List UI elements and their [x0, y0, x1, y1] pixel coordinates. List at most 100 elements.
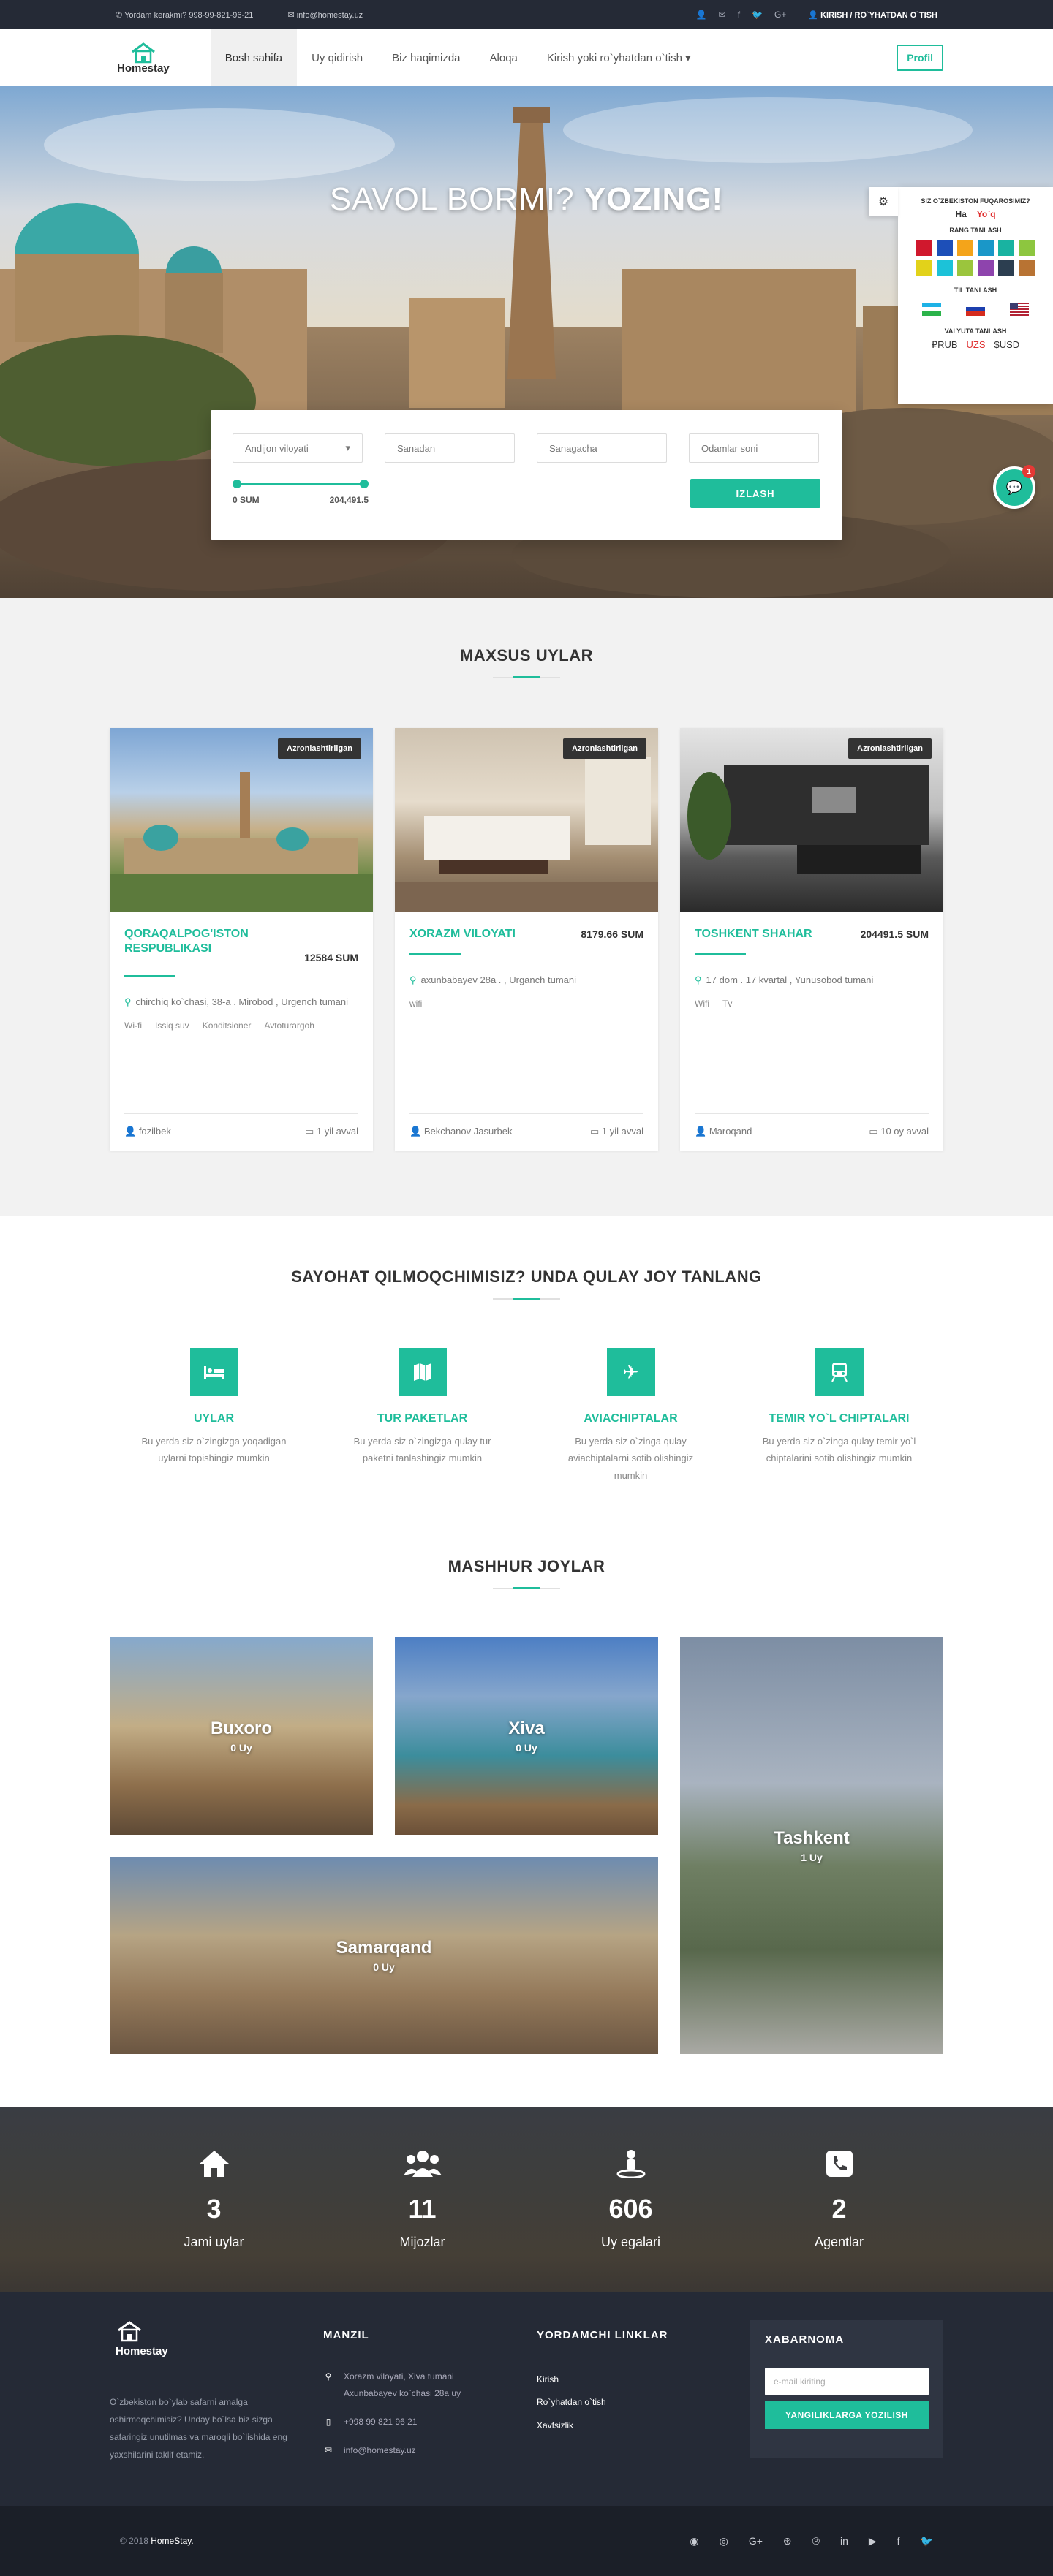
- newsletter-email-input[interactable]: e-mail kiriting: [765, 2368, 929, 2396]
- place-count: 1 Uy: [801, 1852, 823, 1864]
- nav-login[interactable]: Kirish yoki ro`yhatdan o`tish ▾: [532, 29, 706, 86]
- google-plus-icon[interactable]: G+: [749, 2535, 763, 2547]
- pinterest-icon[interactable]: ℗: [812, 2535, 820, 2547]
- stat-clients: 11 Mijozlar: [318, 2149, 526, 2250]
- footer-link-security[interactable]: Xavfsizlik: [537, 2414, 750, 2437]
- footer-link-register[interactable]: Ro`yhatdan o`tish: [537, 2391, 750, 2414]
- color-swatch[interactable]: [916, 260, 932, 276]
- home-card[interactable]: Azronlashtirilgan XORAZM VILOYATI 8179.66…: [395, 728, 658, 1151]
- feature-tag: Konditsioner: [202, 1020, 252, 1031]
- help-phone[interactable]: ✆ Yordam kerakmi? 998-99-821-96-21: [116, 11, 269, 20]
- color-swatch[interactable]: [998, 260, 1014, 276]
- people-count-input[interactable]: Odamlar soni: [689, 433, 819, 463]
- user-icon: 👤: [124, 1126, 137, 1137]
- dribbble-icon[interactable]: ⊛: [783, 2535, 792, 2547]
- service-trains[interactable]: TEMIR YO`L CHIPTALARI Bu yerda siz o`zin…: [735, 1348, 943, 1484]
- service-flights[interactable]: ✈ AVIACHIPTALAR Bu yerda siz o`zinga qul…: [526, 1348, 735, 1484]
- stat-value: 11: [408, 2194, 437, 2224]
- home-region[interactable]: QORAQALPOG'ISTON RESPUBLIKASI: [124, 927, 292, 956]
- home-card[interactable]: Azronlashtirilgan QORAQALPOG'ISTON RESPU…: [110, 728, 373, 1151]
- color-swatch[interactable]: [998, 240, 1014, 256]
- calendar-icon: ▭: [869, 1126, 878, 1137]
- feature-tag: Wi-fi: [124, 1020, 142, 1031]
- owner-name: fozilbek: [138, 1126, 171, 1137]
- citizen-no[interactable]: Yo`q: [977, 209, 996, 219]
- currency-rub[interactable]: ₽RUB: [932, 339, 958, 351]
- date-to-placeholder: Sanagacha: [549, 442, 597, 454]
- language-title: TIL TANLASH: [954, 287, 997, 294]
- home-photo: Azronlashtirilgan: [395, 728, 658, 912]
- range-min-handle[interactable]: [233, 480, 241, 488]
- us-flag-icon[interactable]: [1010, 303, 1029, 316]
- twitter-icon[interactable]: 🐦: [752, 10, 763, 20]
- nav-search[interactable]: Uy qidirish: [297, 29, 377, 86]
- footer-email[interactable]: info@homestay.uz: [344, 2442, 416, 2459]
- footer-link-login[interactable]: Kirish: [537, 2368, 750, 2391]
- color-swatch[interactable]: [957, 260, 973, 276]
- twitter-icon[interactable]: 🐦: [921, 2535, 933, 2547]
- chat-widget-button[interactable]: 💬 1: [993, 465, 1035, 509]
- color-swatch[interactable]: [916, 240, 932, 256]
- copyright-text: © 2018 HomeStay.: [120, 2536, 194, 2546]
- date-from-input[interactable]: Sanadan: [385, 433, 515, 463]
- home-card[interactable]: Azronlashtirilgan TOSHKENT SHAHAR 204491.…: [680, 728, 943, 1151]
- citizen-yes[interactable]: Ha: [955, 209, 966, 219]
- top-email[interactable]: ✉ info@homestay.uz: [287, 11, 379, 20]
- instagram-icon[interactable]: ◎: [720, 2535, 728, 2547]
- place-tile-samarqand[interactable]: Samarqand 0 Uy: [110, 1857, 658, 2055]
- place-tile-buxoro[interactable]: Buxoro 0 Uy: [110, 1637, 373, 1836]
- google-plus-icon[interactable]: G+: [774, 10, 786, 20]
- color-swatch[interactable]: [937, 260, 953, 276]
- nav-home[interactable]: Bosh sahifa: [210, 29, 298, 86]
- home-region[interactable]: XORAZM VILOYATI: [410, 927, 578, 942]
- user-icon[interactable]: 👤: [696, 10, 707, 20]
- chat-icon: 💬: [1005, 480, 1023, 495]
- linkedin-icon[interactable]: in: [840, 2535, 848, 2547]
- place-name: Tashkent: [774, 1828, 850, 1849]
- facebook-icon[interactable]: f: [738, 10, 740, 20]
- login-register-link[interactable]: 👤 KIRISH / RO`YHATDAN O`TISH: [808, 10, 937, 20]
- place-tile-xiva[interactable]: Xiva 0 Uy: [395, 1637, 658, 1836]
- price-range-slider[interactable]: 0 SUM 204,491.5: [233, 479, 369, 505]
- range-max-handle[interactable]: [360, 480, 369, 488]
- color-swatch[interactable]: [957, 240, 973, 256]
- search-button[interactable]: IZLASH: [690, 479, 820, 508]
- color-title: RANG TANLASH: [949, 227, 1002, 234]
- youtube-icon[interactable]: ▶: [869, 2535, 877, 2547]
- service-homes[interactable]: UYLAR Bu yerda siz o`zingizga yoqadigan …: [110, 1348, 318, 1484]
- color-swatch[interactable]: [978, 240, 994, 256]
- footer-logo[interactable]: Homestay: [110, 2320, 323, 2363]
- services-section: SAYOHAT QILMOQCHIMISIZ? UNDA QULAY JOY T…: [0, 1216, 1053, 1513]
- place-tile-tashkent[interactable]: Tashkent 1 Uy: [680, 1637, 943, 2055]
- color-swatch[interactable]: [978, 260, 994, 276]
- currency-uzs[interactable]: UZS: [967, 339, 986, 351]
- facebook-icon[interactable]: f: [897, 2535, 900, 2547]
- subscribe-button[interactable]: YANGILIKLARGA YOZILISH: [765, 2401, 929, 2430]
- nav-contact[interactable]: Aloqa: [475, 29, 532, 86]
- gear-icon[interactable]: ⚙: [869, 187, 898, 216]
- special-homes-section: MAXSUS UYLAR Azronlashtirilgan QORAQALPO…: [0, 598, 1053, 1216]
- russian-flag-icon[interactable]: [966, 303, 985, 316]
- color-swatch[interactable]: [937, 240, 953, 256]
- copyright-brand[interactable]: HomeStay.: [151, 2536, 193, 2546]
- nav-about[interactable]: Biz haqimizda: [377, 29, 475, 86]
- newsletter-box: XABARNOMA e-mail kiriting YANGILIKLARGA …: [750, 2320, 943, 2458]
- special-title: MAXSUS UYLAR: [459, 646, 593, 664]
- house-logo-icon: [131, 42, 155, 63]
- color-swatch[interactable]: [1019, 260, 1035, 276]
- uzbek-flag-icon[interactable]: [922, 303, 941, 316]
- currency-usd[interactable]: $USD: [994, 339, 1020, 351]
- owner: 👤 fozilbek: [124, 1126, 171, 1137]
- profile-button[interactable]: Profil: [897, 45, 943, 71]
- owner-name: Maroqand: [709, 1126, 752, 1137]
- region-select[interactable]: Andijon viloyati ▾: [233, 433, 363, 463]
- site-logo[interactable]: Homestay: [110, 42, 170, 75]
- rss-icon[interactable]: ◉: [690, 2535, 698, 2547]
- home-region[interactable]: TOSHKENT SHAHAR: [695, 927, 861, 942]
- top-bar: ✆ Yordam kerakmi? 998-99-821-96-21 ✉ inf…: [0, 0, 1053, 29]
- date-to-input[interactable]: Sanagacha: [537, 433, 667, 463]
- color-swatch[interactable]: [1019, 240, 1035, 256]
- service-tours[interactable]: TUR PAKETLAR Bu yerda siz o`zingizga qul…: [318, 1348, 526, 1484]
- footer-phone[interactable]: +998 99 821 96 21: [344, 2414, 417, 2431]
- mail-icon[interactable]: ✉: [719, 10, 726, 20]
